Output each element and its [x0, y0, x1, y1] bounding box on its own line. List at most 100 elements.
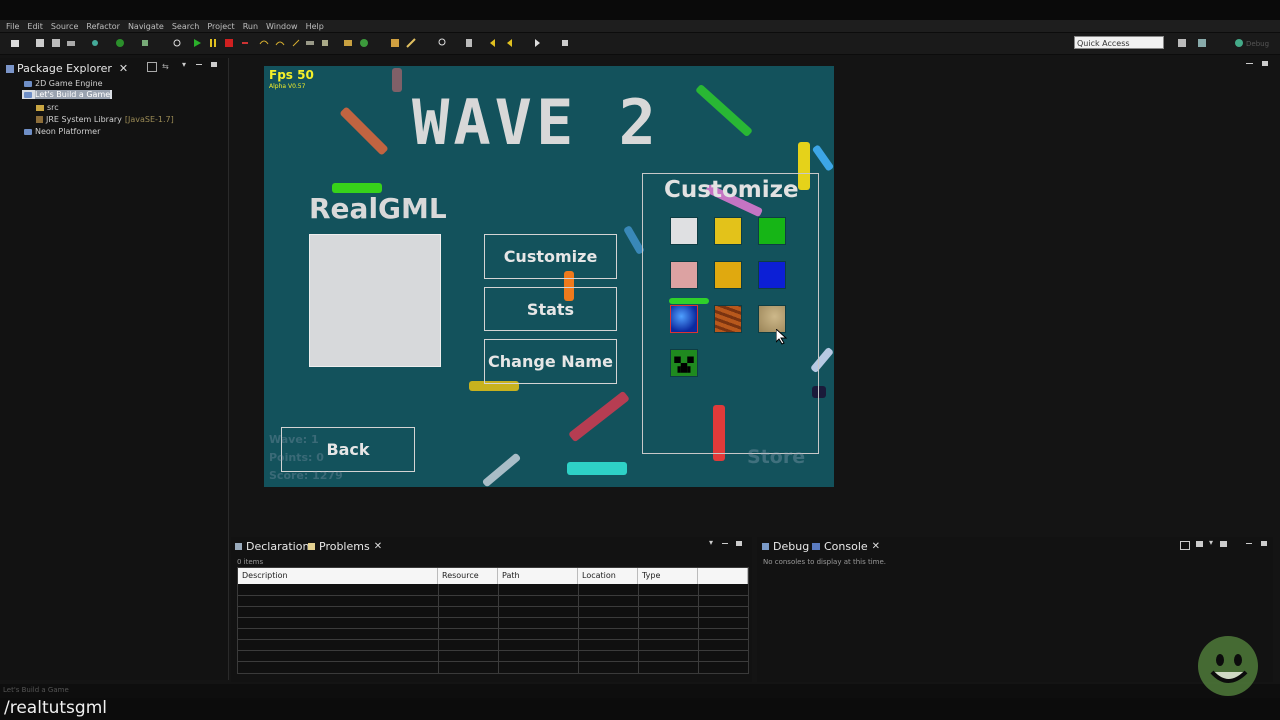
step-over-icon[interactable] [275, 38, 285, 48]
resume-icon[interactable] [192, 38, 202, 48]
menu-help[interactable]: Help [306, 22, 324, 31]
swatch-wood-texture[interactable] [714, 305, 742, 333]
back-arrow-icon[interactable] [489, 38, 499, 48]
step-into-icon[interactable] [259, 38, 269, 48]
open-console-icon[interactable] [1220, 541, 1227, 547]
tree-item-neon-platformer[interactable]: Neon Platformer [24, 127, 100, 136]
menu-run[interactable]: Run [243, 22, 258, 31]
pin-editor-icon[interactable] [560, 38, 570, 48]
drop-frame-icon[interactable] [305, 38, 315, 48]
java-perspective-icon[interactable] [1197, 38, 1207, 48]
column-header-location[interactable]: Location [578, 568, 638, 584]
editor-minimize-icon[interactable] [1246, 63, 1253, 64]
tree-item-lets-build-a-game[interactable]: Let's Build a Game [22, 90, 113, 99]
open-type-icon[interactable] [390, 38, 400, 48]
package-explorer-tab[interactable]: Package Explorer ✕ [6, 62, 128, 75]
maximize-icon[interactable] [211, 62, 217, 67]
stats-button[interactable]: Stats [484, 287, 617, 331]
tree-item-2d-game-engine[interactable]: 2D Game Engine [24, 79, 103, 88]
collapse-all-icon[interactable] [147, 62, 157, 72]
use-step-filters-icon[interactable] [320, 38, 330, 48]
back-icon[interactable] [506, 38, 516, 48]
build-icon[interactable] [90, 38, 100, 48]
declaration-tab[interactable]: Declaration [235, 540, 309, 553]
game-window[interactable]: Fps 50 Alpha V0.57 WAVE 2 RealGML Custom… [264, 66, 834, 487]
quick-access-input[interactable]: Quick Access [1074, 36, 1164, 49]
particle-streak [481, 452, 522, 487]
swatch-orange[interactable] [714, 261, 742, 289]
link-with-editor-icon[interactable]: ⇆ [162, 62, 172, 71]
view-menu-icon[interactable]: ▾ [1209, 538, 1213, 547]
pin-console-icon[interactable] [1196, 541, 1203, 547]
terminate-icon[interactable] [224, 38, 234, 48]
tree-item-jre-system-library[interactable]: JRE System Library [JavaSE-1.7] [36, 115, 174, 124]
new-icon[interactable] [10, 38, 20, 48]
minimize-icon[interactable] [722, 543, 728, 544]
menu-search[interactable]: Search [172, 22, 199, 31]
menu-project[interactable]: Project [207, 22, 234, 31]
menu-source[interactable]: Source [51, 22, 78, 31]
search-icon[interactable] [438, 38, 448, 48]
customize-button[interactable]: Customize [484, 234, 617, 279]
open-perspective-icon[interactable] [1177, 38, 1187, 48]
save-icon[interactable] [35, 38, 45, 48]
swatch-blue[interactable] [758, 261, 786, 289]
save-all-icon[interactable] [51, 38, 61, 48]
column-divider [638, 584, 639, 673]
table-row [238, 595, 748, 596]
debug-perspective-icon[interactable] [1234, 38, 1244, 48]
new-package-icon[interactable] [343, 38, 353, 48]
menu-file[interactable]: File [6, 22, 19, 31]
tree-item-src[interactable]: src [36, 103, 59, 112]
column-header-path[interactable]: Path [498, 568, 578, 584]
column-header-empty [698, 568, 748, 584]
swatch-earth-texture[interactable] [670, 305, 698, 333]
menu-edit[interactable]: Edit [27, 22, 43, 31]
editor-maximize-icon[interactable] [1262, 61, 1268, 66]
suspend-icon[interactable] [208, 38, 218, 48]
edit-icon[interactable] [406, 38, 416, 48]
swatch-white[interactable] [670, 217, 698, 245]
debug-run-icon[interactable] [115, 38, 125, 48]
annotation-icon[interactable] [464, 38, 474, 48]
view-menu-icon[interactable]: ▾ [709, 538, 713, 547]
minimize-icon[interactable] [196, 64, 202, 65]
column-header-resource[interactable]: Resource [438, 568, 498, 584]
close-icon[interactable]: ✕ [374, 541, 382, 552]
close-icon[interactable]: ✕ [119, 62, 128, 75]
disconnect-icon[interactable] [240, 38, 250, 48]
package-explorer-title: Package Explorer [17, 62, 112, 75]
problems-tab-label: Problems [319, 540, 370, 553]
swatch-yellow[interactable] [714, 217, 742, 245]
view-menu-icon[interactable]: ▾ [182, 60, 186, 69]
change-name-button[interactable]: Change Name [484, 339, 617, 384]
problems-tab[interactable]: Problems ✕ [308, 540, 382, 553]
perspective-label[interactable]: Debug [1246, 40, 1269, 48]
package-explorer-view: Package Explorer ✕ ⇆ ▾ 2D Game Engine Le… [0, 58, 229, 680]
column-divider [698, 584, 699, 673]
display-console-icon[interactable] [1180, 541, 1190, 550]
minimize-icon[interactable] [1246, 543, 1252, 544]
print-icon[interactable] [66, 38, 76, 48]
maximize-icon[interactable] [736, 541, 742, 546]
package-folder-icon [36, 104, 44, 111]
swatch-pink[interactable] [670, 261, 698, 289]
column-header-description[interactable]: Description [238, 568, 438, 584]
package-explorer-icon [6, 64, 14, 73]
debug-tab[interactable]: Debug [762, 540, 809, 553]
ghost-store-label: Store [747, 446, 806, 468]
forward-icon[interactable] [531, 38, 541, 48]
external-tools-icon[interactable] [140, 38, 150, 48]
step-return-icon[interactable] [291, 38, 301, 48]
close-icon[interactable]: ✕ [872, 541, 880, 552]
menu-navigate[interactable]: Navigate [128, 22, 164, 31]
skip-breakpoints-icon[interactable] [172, 38, 182, 48]
swatch-green[interactable] [758, 217, 786, 245]
column-header-type[interactable]: Type [638, 568, 698, 584]
menu-window[interactable]: Window [266, 22, 298, 31]
console-tab[interactable]: Console ✕ [812, 540, 880, 553]
menu-refactor[interactable]: Refactor [86, 22, 120, 31]
swatch-creeper[interactable] [670, 349, 698, 377]
new-class-icon[interactable] [359, 38, 369, 48]
maximize-icon[interactable] [1261, 541, 1267, 546]
